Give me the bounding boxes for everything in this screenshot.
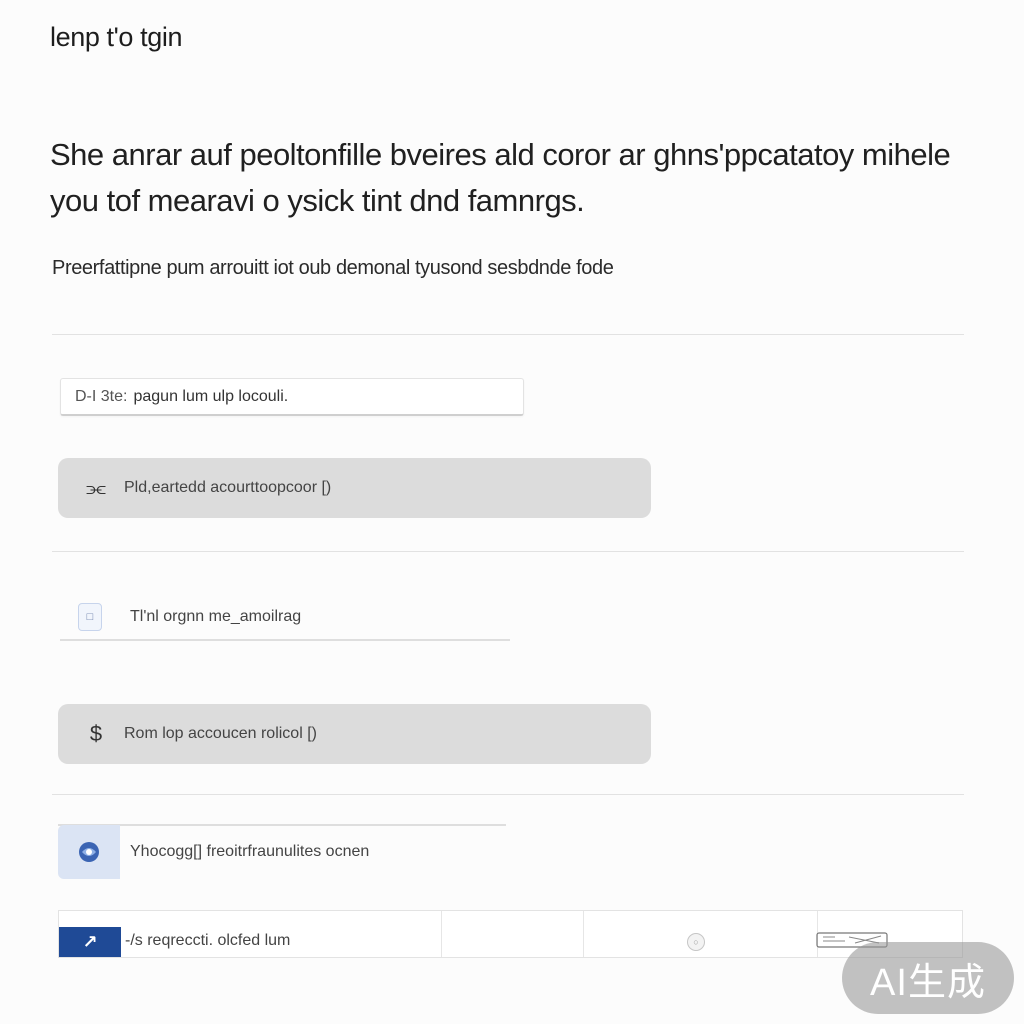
globe-icon <box>58 825 120 879</box>
account-option-label: Rom lop accoucen rolicol [) <box>124 725 317 742</box>
circle-icon[interactable]: ○ <box>687 933 705 951</box>
provider-option-row[interactable]: Yhocogg[] freoitrfraunulites ocnen <box>58 824 506 879</box>
field-prefix: D-I 3te: <box>75 387 128 405</box>
page-subtitle: Preerfattipne pum arrouitt iot oub demon… <box>52 257 614 279</box>
divider <box>583 911 584 957</box>
divider <box>52 334 964 335</box>
divider <box>52 551 964 552</box>
field-value: pagun lum ulp locouli. <box>133 387 289 405</box>
app-title: lenp t'o tgin <box>50 22 183 52</box>
provider-option-label: Yhocogg[] freoitrfraunulites ocnen <box>130 843 370 860</box>
dollar-icon: $ <box>89 721 103 746</box>
divider <box>441 911 442 957</box>
footer-bar: ↗ -/s reqreccti. olcfed lum ○ <box>58 910 963 958</box>
footer-text: -/s reqreccti. olcfed lum <box>125 932 291 949</box>
arrow-icon[interactable]: ↗ <box>59 927 121 957</box>
primary-option-button[interactable]: ⫘ Pld,eartedd acourttoopcoor [) <box>58 458 651 518</box>
watermark: AI生成 <box>842 942 1014 1014</box>
primary-option-label: Pld,eartedd acourttoopcoor [) <box>124 479 332 496</box>
account-option-button[interactable]: $ Rom lop accoucen rolicol [) <box>58 704 651 764</box>
square-icon: □ <box>78 603 102 631</box>
email-option-row[interactable]: □ Tl'nl orgnn me_amoilrag <box>60 595 510 641</box>
key-icon: ⫘ <box>86 475 106 500</box>
page-headline: She anrar auf peoltonfille bveires ald c… <box>50 137 951 218</box>
divider <box>52 794 964 795</box>
login-text-field[interactable]: D-I 3te: pagun lum ulp locouli. <box>60 378 524 416</box>
email-option-label: Tl'nl orgnn me_amoilrag <box>130 608 302 625</box>
